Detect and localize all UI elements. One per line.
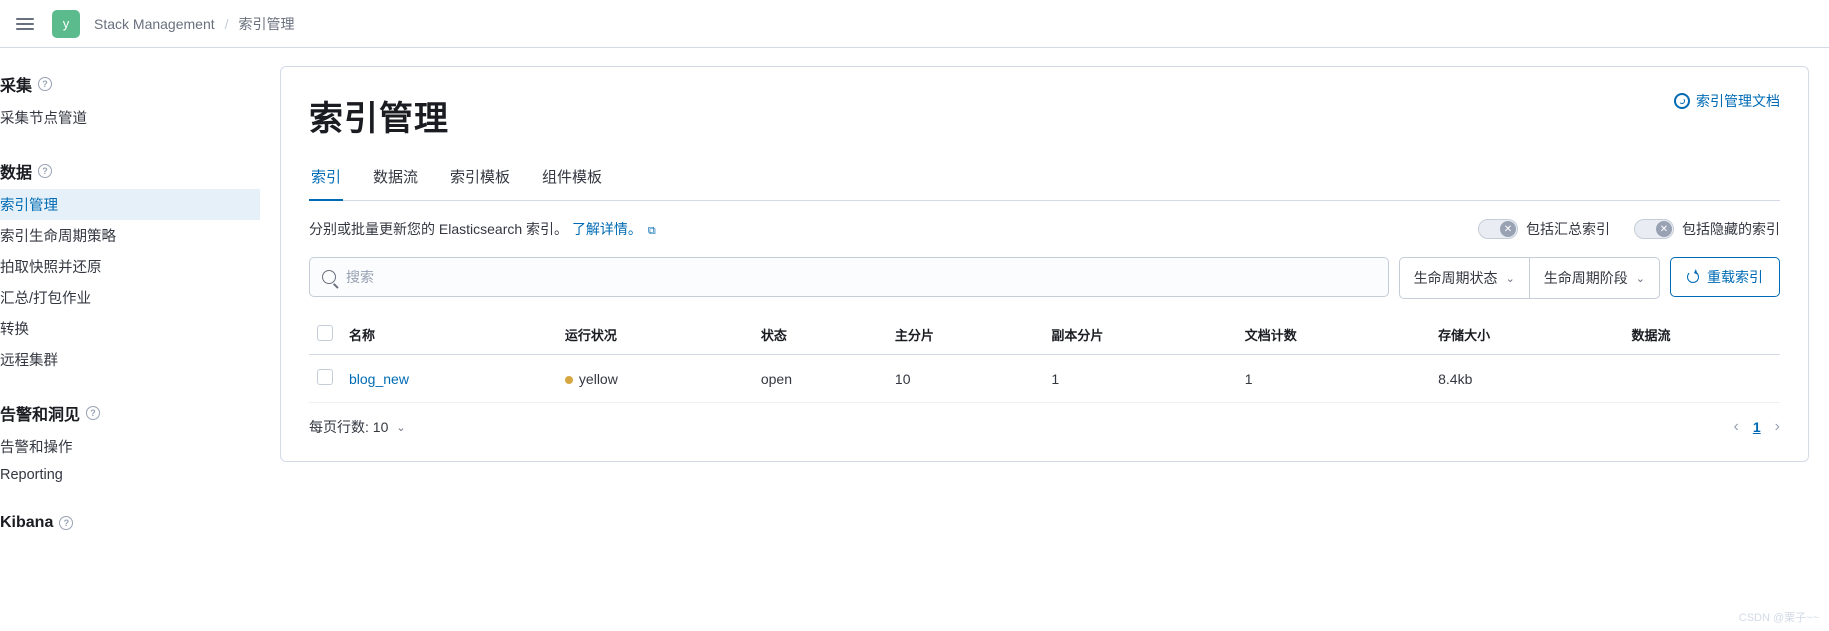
toggle-rollup-indices[interactable]: ✕ [1478, 219, 1518, 239]
chevron-down-icon: ⌄ [396, 421, 405, 434]
sidebar-heading: 数据? [0, 155, 260, 189]
docs-link[interactable]: 索引管理文档 [1674, 91, 1780, 111]
help-icon[interactable]: ? [86, 406, 100, 420]
sidebar-item[interactable]: 汇总/打包作业 [0, 282, 260, 313]
toggle-rollup-label: 包括汇总索引 [1526, 219, 1610, 239]
sidebar-item[interactable]: 索引生命周期策略 [0, 220, 260, 251]
search-box[interactable] [309, 257, 1389, 297]
replica-cell: 1 [1043, 355, 1236, 403]
column-header[interactable]: 副本分片 [1043, 315, 1236, 355]
sidebar-item[interactable]: 远程集群 [0, 344, 260, 375]
health-dot-icon [565, 376, 573, 384]
menu-toggle[interactable] [12, 14, 38, 34]
reload-label: 重载索引 [1707, 267, 1763, 287]
health-text: yellow [579, 371, 618, 387]
search-icon [322, 270, 336, 284]
tab[interactable]: 数据流 [371, 166, 420, 201]
indices-table: 名称运行状况状态主分片副本分片文档计数存储大小数据流 blog_new yell… [309, 315, 1780, 403]
row-checkbox[interactable] [317, 369, 333, 385]
watermark: CSDN @栗子~~ [1739, 609, 1819, 625]
column-header[interactable]: 状态 [753, 315, 887, 355]
desc-text: 分别或批量更新您的 Elasticsearch 索引。 [309, 221, 568, 237]
sidebar-heading: 告警和洞见? [0, 397, 260, 431]
prev-page[interactable]: ‹ [1734, 418, 1739, 436]
table-row: blog_new yellow open 10 1 1 8.4kb [309, 355, 1780, 403]
reload-icon [1687, 271, 1699, 283]
description: 分别或批量更新您的 Elasticsearch 索引。 了解详情。 ⧉ [309, 219, 656, 239]
help-icon[interactable]: ? [38, 77, 52, 91]
sidebar-item[interactable]: 转换 [0, 313, 260, 344]
breadcrumb-current: 索引管理 [239, 14, 295, 34]
filter2-label: 生命周期阶段 [1544, 268, 1628, 288]
chevron-down-icon: ⌄ [1506, 272, 1515, 285]
tab[interactable]: 索引模板 [448, 166, 512, 201]
breadcrumb-sep: / [225, 16, 229, 32]
breadcrumb: Stack Management / 索引管理 [94, 14, 295, 34]
page-title: 索引管理 [309, 91, 449, 140]
column-header[interactable]: 运行状况 [557, 315, 753, 355]
filter1-label: 生命周期状态 [1414, 268, 1498, 288]
column-header[interactable]: 存储大小 [1430, 315, 1623, 355]
primary-cell: 10 [887, 355, 1043, 403]
sidebar-item[interactable]: Reporting [0, 462, 260, 488]
docs-link-label: 索引管理文档 [1696, 91, 1780, 111]
status-cell: open [753, 355, 887, 403]
stream-cell [1624, 355, 1780, 403]
column-header[interactable]: 名称 [341, 315, 557, 355]
help-icon[interactable]: ? [38, 164, 52, 178]
sidebar-item[interactable]: 告警和操作 [0, 431, 260, 462]
learn-more-link[interactable]: 了解详情。 [572, 221, 642, 237]
reload-button[interactable]: 重载索引 [1670, 257, 1780, 297]
next-page[interactable]: › [1775, 418, 1780, 436]
help-icon[interactable]: ? [59, 516, 73, 530]
rows-per-page[interactable]: 每页行数: 10 ⌄ [309, 417, 406, 437]
breadcrumb-root[interactable]: Stack Management [94, 16, 215, 32]
sidebar-item[interactable]: 采集节点管道 [0, 102, 260, 133]
tab[interactable]: 组件模板 [540, 166, 604, 201]
size-cell: 8.4kb [1430, 355, 1623, 403]
filter-lifecycle-status[interactable]: 生命周期状态 ⌄ [1400, 258, 1530, 298]
column-header[interactable]: 主分片 [887, 315, 1043, 355]
column-header[interactable]: 文档计数 [1237, 315, 1430, 355]
select-all-checkbox[interactable] [317, 325, 333, 341]
app-logo[interactable]: y [52, 10, 80, 38]
toggle-hidden-label: 包括隐藏的索引 [1682, 219, 1780, 239]
sidebar: 采集?采集节点管道数据?索引管理索引生命周期策略拍取快照并还原汇总/打包作业转换… [0, 48, 260, 580]
chevron-down-icon: ⌄ [1636, 272, 1645, 285]
toggle-hidden-indices[interactable]: ✕ [1634, 219, 1674, 239]
rows-label: 每页行数: 10 [309, 417, 388, 437]
filter-lifecycle-phase[interactable]: 生命周期阶段 ⌄ [1530, 258, 1659, 298]
sidebar-item[interactable]: 索引管理 [0, 189, 260, 220]
column-header[interactable]: 数据流 [1624, 315, 1780, 355]
docs-cell: 1 [1237, 355, 1430, 403]
search-input[interactable] [346, 269, 1376, 285]
tab[interactable]: 索引 [309, 166, 343, 201]
sidebar-heading: Kibana? [0, 510, 260, 538]
tabs: 索引数据流索引模板组件模板 [309, 166, 1780, 201]
sidebar-heading: 采集? [0, 68, 260, 102]
index-name-link[interactable]: blog_new [349, 371, 409, 387]
sidebar-item[interactable]: 拍取快照并还原 [0, 251, 260, 282]
help-ring-icon [1674, 93, 1690, 109]
external-link-icon: ⧉ [648, 225, 656, 237]
page-number[interactable]: 1 [1753, 419, 1761, 435]
